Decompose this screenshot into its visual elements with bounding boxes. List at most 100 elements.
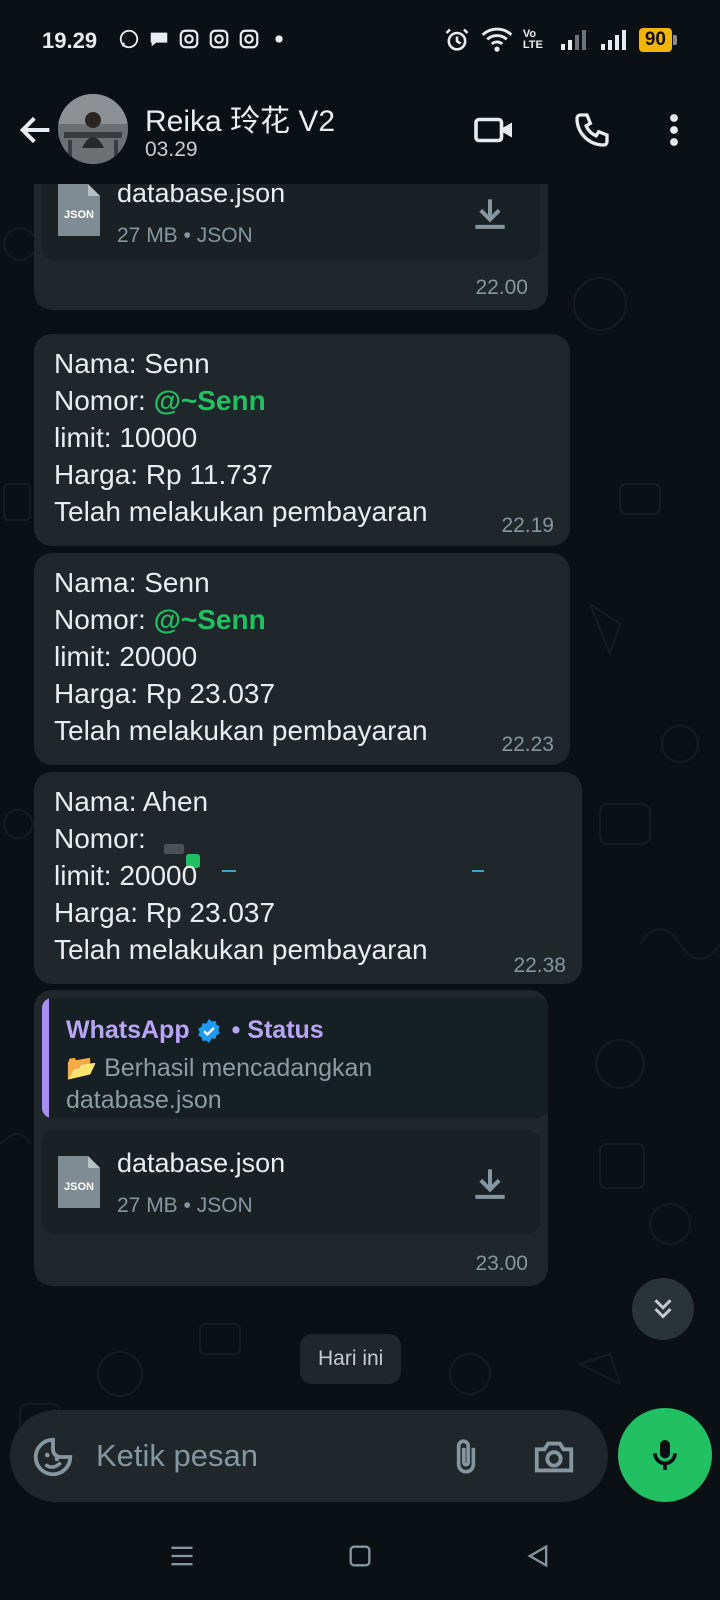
more-vertical-icon	[670, 114, 678, 146]
date-separator: Hari ini	[300, 1334, 402, 1384]
mention-link[interactable]: @~Senn	[154, 604, 266, 635]
quoted-document-message[interactable]: WhatsApp • Status 📂 Berhasil mencadangka…	[34, 990, 548, 1286]
message-line-nomor: Nomor:	[54, 823, 146, 855]
download-button[interactable]	[468, 1162, 512, 1206]
message-line-harga: Harga: Rp 11.737	[54, 459, 273, 490]
message-line-status: Telah melakukan pembayaran	[54, 715, 428, 746]
download-button[interactable]	[468, 192, 512, 236]
svg-text:JSON: JSON	[64, 1181, 94, 1193]
square-icon	[349, 1545, 371, 1567]
quote-sender: WhatsApp • Status	[66, 1016, 324, 1045]
message-line-limit: limit: 10000	[54, 422, 198, 453]
chat-header: Reika 玲花 V2 03.29	[0, 84, 720, 184]
recent-apps-button[interactable]	[162, 1536, 202, 1576]
mention-link[interactable]: @~Senn	[154, 385, 266, 416]
message-time: 22.19	[501, 514, 554, 537]
message-line-nomor: Nomor: @~Senn	[54, 385, 266, 417]
quote-text-line1: 📂 Berhasil mencadangkan	[66, 1054, 373, 1082]
arrow-left-icon	[19, 116, 50, 144]
message-line-status: Telah melakukan pembayaran	[54, 934, 428, 965]
message-line-harga: Harga: Rp 23.037	[54, 678, 276, 709]
double-chevron-down-icon	[654, 1299, 672, 1319]
instagram-icon	[179, 29, 199, 49]
attach-button[interactable]	[444, 1432, 488, 1482]
instagram-icon	[209, 29, 229, 49]
wifi-icon	[481, 27, 513, 52]
message-time: 22.38	[513, 954, 566, 977]
document-card[interactable]: JSON database.json 27 MB • JSON	[42, 1130, 540, 1234]
nomor-label: Nomor:	[54, 604, 154, 635]
message-input[interactable]	[96, 1430, 436, 1482]
message-line-nama: Nama: Senn	[54, 348, 210, 379]
camera-icon	[534, 1441, 574, 1473]
message-line-status: Telah melakukan pembayaran	[54, 496, 428, 527]
volte-icon: Vo LTE	[522, 28, 543, 51]
more-options-button[interactable]	[650, 106, 698, 154]
contact-name[interactable]: Reika 玲花 V2	[145, 96, 335, 140]
status-bar: 19.29 Vo LTE 90	[0, 0, 720, 84]
sticker-icon	[33, 1437, 73, 1477]
message-line-nama: Nama: Ahen	[54, 786, 209, 817]
video-call-button[interactable]	[470, 106, 518, 154]
document-name: database.json	[117, 1148, 286, 1178]
menu-icon	[171, 1546, 193, 1566]
message-line-nomor: Nomor: @~Senn	[54, 604, 266, 636]
battery-indicator: 90	[638, 28, 678, 52]
quote-sender-name: WhatsApp	[66, 1016, 190, 1044]
phone-icon	[575, 113, 609, 147]
sticker-button[interactable]	[30, 1434, 76, 1480]
video-camera-icon	[474, 117, 512, 143]
quote-suffix: • Status	[231, 1016, 324, 1044]
document-message[interactable]: JSON database.json 27 MB • JSON 22.00	[34, 184, 548, 310]
json-file-icon: JSON	[58, 1156, 100, 1208]
redaction-artifact	[164, 844, 184, 854]
voice-call-button[interactable]	[568, 106, 616, 154]
system-nav-bar	[0, 1510, 720, 1600]
system-icons: Vo LTE 90	[443, 26, 678, 54]
camera-button[interactable]	[530, 1434, 578, 1480]
message-time: 22.23	[501, 733, 554, 756]
message-line-limit: limit: 20000	[54, 641, 198, 672]
last-seen: 03.29	[145, 138, 198, 161]
message-time: 23.00	[475, 1252, 528, 1275]
back-nav-button[interactable]	[518, 1536, 558, 1576]
download-icon	[475, 1169, 505, 1199]
back-button[interactable]	[16, 110, 56, 150]
text-message[interactable]: Nama: Senn Nomor: @~Senn limit: 20000 Ha…	[34, 553, 570, 765]
svg-text:JSON: JSON	[64, 209, 94, 221]
scroll-to-bottom-button[interactable]	[632, 1278, 694, 1340]
chat-icon	[150, 32, 168, 47]
document-meta: 27 MB • JSON	[117, 224, 253, 247]
dot-icon	[275, 35, 283, 43]
triangle-back-icon	[527, 1544, 548, 1568]
quote-text-line2: database.json	[66, 1086, 222, 1114]
signal-icon	[560, 30, 586, 50]
notification-icons	[118, 28, 290, 50]
text-message[interactable]: Nama: Ahen Nomor: limit: 20000 Harga: Rp…	[34, 772, 582, 984]
document-meta: 27 MB • JSON	[117, 1194, 253, 1217]
whatsapp-icon	[119, 29, 139, 49]
message-time: 22.00	[475, 276, 528, 299]
message-line-nama: Nama: Senn	[54, 567, 210, 598]
chat-area[interactable]: JSON database.json 27 MB • JSON 22.00 Na…	[0, 184, 720, 1494]
message-line-limit: limit: 20000	[54, 860, 198, 891]
nomor-label: Nomor:	[54, 823, 146, 854]
verified-badge-icon	[197, 1018, 220, 1043]
alarm-icon	[445, 28, 469, 51]
text-message[interactable]: Nama: Senn Nomor: @~Senn limit: 10000 Ha…	[34, 334, 570, 546]
signal-icon	[600, 30, 626, 50]
download-icon	[475, 199, 505, 229]
redaction-artifact	[472, 870, 484, 872]
contact-avatar[interactable]	[58, 94, 128, 164]
status-time: 19.29	[42, 28, 98, 53]
quoted-status[interactable]: WhatsApp • Status 📂 Berhasil mencadangka…	[42, 998, 548, 1118]
redaction-artifact	[222, 870, 236, 872]
document-card[interactable]: JSON database.json 27 MB • JSON	[42, 184, 540, 260]
avatar-image	[58, 94, 128, 164]
quote-bar	[42, 998, 49, 1118]
microphone-icon	[653, 1440, 677, 1470]
home-button[interactable]	[340, 1536, 380, 1576]
message-line-harga: Harga: Rp 23.037	[54, 897, 276, 928]
document-name: database.json	[117, 184, 286, 208]
voice-record-button[interactable]	[618, 1408, 712, 1502]
